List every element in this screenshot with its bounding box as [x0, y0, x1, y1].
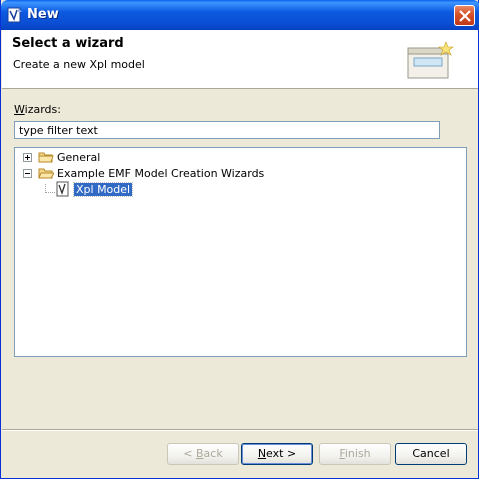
- expand-icon[interactable]: [23, 152, 32, 162]
- cancel-button-label: Cancel: [412, 447, 450, 460]
- page-description: Create a new Xpl model: [13, 58, 145, 71]
- tree-connector: [45, 184, 55, 193]
- tree-item-label: Xpl Model: [72, 181, 134, 197]
- back-button-rest: ack: [203, 447, 223, 460]
- tree-item-example-emf[interactable]: Example EMF Model Creation Wizards: [23, 165, 264, 181]
- back-button-accel: B: [196, 447, 204, 460]
- close-button[interactable]: [454, 5, 475, 26]
- wizards-label-accel: W: [14, 103, 25, 116]
- page-title: Select a wizard: [12, 36, 124, 51]
- button-bar-separator: [2, 429, 478, 431]
- finish-button-rest: inish: [344, 447, 371, 460]
- title-bar[interactable]: New: [1, 0, 479, 30]
- open-folder-icon: [38, 168, 54, 179]
- wizard-header: Select a wizard Create a new Xpl model: [2, 30, 478, 89]
- collapse-icon[interactable]: [23, 168, 32, 178]
- next-button[interactable]: Next >: [241, 443, 313, 465]
- next-button-rest: ext >: [266, 447, 297, 460]
- xpl-model-icon: [56, 181, 69, 197]
- new-wizard-banner-icon: [407, 41, 454, 79]
- filter-input[interactable]: [14, 121, 440, 139]
- wizards-label: Wizards:: [14, 103, 61, 116]
- new-wizard-dialog: New Select a wizard Create a new Xpl mod…: [0, 0, 479, 479]
- tree-item-general[interactable]: General: [23, 149, 100, 165]
- cancel-button[interactable]: Cancel: [395, 443, 467, 465]
- wizards-label-rest: izards:: [24, 103, 61, 116]
- tree-item-xpl-model[interactable]: Xpl Model: [55, 181, 134, 197]
- back-button-prefix: <: [183, 447, 196, 460]
- tree-item-label: General: [57, 150, 101, 164]
- finish-button[interactable]: Finish: [319, 443, 391, 465]
- back-button[interactable]: < Back: [167, 443, 239, 465]
- window-title: New: [27, 7, 59, 22]
- folder-icon: [38, 152, 54, 163]
- tree-item-label: Example EMF Model Creation Wizards: [57, 166, 265, 180]
- eclipse-new-icon: [7, 7, 22, 23]
- wizard-tree[interactable]: General Example EMF Model Creation Wizar…: [14, 147, 467, 357]
- close-icon: [459, 10, 471, 22]
- next-button-accel: N: [257, 447, 267, 460]
